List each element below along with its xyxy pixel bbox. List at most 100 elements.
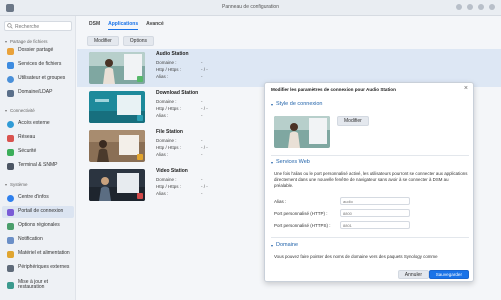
sidebar-item-users-groups[interactable]: Utilisateur et groupes <box>2 73 74 85</box>
dialog-title: Modifier les paramètres de connexion pou… <box>271 87 396 92</box>
sidebar-item-security[interactable]: Sécurité <box>2 146 74 158</box>
sidebar-item-regional-options[interactable]: Options régionales <box>2 220 74 232</box>
shield-icon <box>7 148 14 156</box>
dialog-footer: Annuler Sauvegarder <box>265 268 473 281</box>
audio-station-badge-icon <box>137 76 143 82</box>
http-port-input[interactable] <box>340 209 410 217</box>
chevron-down-icon: ▾ <box>5 108 8 113</box>
chevron-down-icon: ▾ <box>5 39 8 44</box>
users-icon <box>7 75 14 83</box>
domain-row: Domaine :- <box>156 138 203 143</box>
section-connection-style[interactable]: ▾ Style de connexion <box>271 101 323 107</box>
sidebar-item-external-devices[interactable]: Périphériques externes <box>2 262 74 274</box>
sidebar-item-update-restore[interactable]: Mise à jour et restauration <box>2 276 74 294</box>
alias-row: Alias :- <box>156 74 203 79</box>
search-icon <box>7 23 13 29</box>
app-name: Video Station <box>156 168 188 174</box>
http-row: Http / Https :- / - <box>156 145 208 150</box>
domain-row: Domaine :- <box>156 177 203 182</box>
options-button[interactable]: Options <box>122 36 155 46</box>
alias-label: Alias : <box>274 199 287 204</box>
connection-style-thumbnail <box>274 116 330 148</box>
domain-description: Vous pouvez faire pointer des noms de do… <box>274 254 438 259</box>
close-icon[interactable]: × <box>464 85 468 92</box>
minimize-button[interactable] <box>467 4 473 10</box>
maximize-button[interactable] <box>478 4 484 10</box>
sidebar-item-network[interactable]: Réseau <box>2 132 74 144</box>
domain-row: Domaine :- <box>156 60 203 65</box>
update-icon <box>7 281 14 289</box>
domain-icon <box>7 89 14 97</box>
app-name: Download Station <box>156 90 199 96</box>
http-row: Http / Https :- / - <box>156 184 208 189</box>
edit-connection-dialog: Modifier les paramètres de connexion pou… <box>264 82 474 282</box>
network-icon <box>7 134 14 142</box>
sidebar-item-terminal-snmp[interactable]: Terminal & SNMP <box>2 160 74 172</box>
web-services-description: Une fois l'alias ou le port personnalisé… <box>274 171 468 188</box>
divider <box>271 237 469 238</box>
sidebar-item-domain-ldap[interactable]: Domaine/LDAP <box>2 87 74 99</box>
sidebar: ▾ Partage de fichiers Dossier partagé Se… <box>0 16 76 300</box>
window-title: Panneau de configuration <box>222 4 279 10</box>
edit-button[interactable]: Modifier <box>87 36 119 46</box>
sidebar-item-info-center[interactable]: Centre d'infos <box>2 192 74 204</box>
alias-field-row: Alias : <box>274 197 470 206</box>
region-icon <box>7 222 14 230</box>
chevron-down-icon: ▾ <box>271 159 274 165</box>
divider <box>271 155 469 156</box>
https-port-input[interactable] <box>340 221 410 229</box>
sidebar-item-notification[interactable]: Notification <box>2 234 74 246</box>
app-name: File Station <box>156 129 183 135</box>
chevron-down-icon: ▾ <box>271 101 274 107</box>
alias-input[interactable] <box>340 197 410 205</box>
http-port-field-row: Port personnalisé (HTTP) : <box>274 209 470 218</box>
search-box[interactable] <box>4 21 72 31</box>
section-file-sharing[interactable]: ▾ Partage de fichiers <box>5 39 48 44</box>
save-button[interactable]: Sauvegarder <box>428 270 469 279</box>
file-station-badge-icon <box>137 154 143 160</box>
alias-row: Alias :- <box>156 152 203 157</box>
toolbar: Modifier Options <box>87 36 155 46</box>
sidebar-item-file-services[interactable]: Services de fichiers <box>2 59 74 71</box>
video-station-badge-icon <box>137 193 143 199</box>
section-web-services[interactable]: ▾ Services Web <box>271 159 310 165</box>
app-name: Audio Station <box>156 51 189 57</box>
section-connectivity[interactable]: ▾ Connectivité <box>5 108 35 113</box>
tab-advanced[interactable]: Avancé <box>146 21 164 30</box>
power-icon <box>7 250 14 258</box>
help-button[interactable] <box>456 4 462 10</box>
chevron-down-icon: ▾ <box>5 182 8 187</box>
chevron-down-icon: ▾ <box>271 242 274 248</box>
info-icon <box>7 194 14 202</box>
http-row: Http / Https :- / - <box>156 67 208 72</box>
https-port-label: Port personnalisé (HTTPS) : <box>274 223 331 228</box>
tab-dsm[interactable]: DSM <box>89 21 100 30</box>
tab-bar: DSM Applications Avancé <box>89 21 164 30</box>
http-row: Http / Https :- / - <box>156 106 208 111</box>
domain-row: Domaine :- <box>156 99 203 104</box>
notification-icon <box>7 236 14 244</box>
alias-row: Alias :- <box>156 113 203 118</box>
file-services-icon <box>7 61 14 69</box>
folder-icon <box>7 47 14 55</box>
window-controls <box>456 4 495 10</box>
download-station-badge-icon <box>137 115 143 121</box>
control-panel-window: Panneau de configuration ▾ Partage de fi… <box>0 0 501 300</box>
cancel-button[interactable]: Annuler <box>397 270 429 279</box>
modify-style-button[interactable]: Modifier <box>337 116 369 126</box>
alias-row: Alias :- <box>156 191 203 196</box>
https-port-field-row: Port personnalisé (HTTPS) : <box>274 221 470 230</box>
tab-applications[interactable]: Applications <box>108 21 139 30</box>
section-system[interactable]: ▾ Système <box>5 182 28 187</box>
close-button[interactable] <box>489 4 495 10</box>
portal-icon <box>7 208 14 216</box>
http-port-label: Port personnalisé (HTTP) : <box>274 211 328 216</box>
sidebar-item-external-access[interactable]: Accès externe <box>2 118 74 130</box>
sidebar-item-hardware-power[interactable]: Matériel et alimentation <box>2 248 74 260</box>
sidebar-item-login-portal[interactable]: Portail de connexion <box>2 206 74 218</box>
title-bar: Panneau de configuration <box>0 0 501 16</box>
sidebar-item-shared-folder[interactable]: Dossier partagé <box>2 45 74 57</box>
search-input[interactable] <box>15 23 69 30</box>
external-device-icon <box>7 264 14 272</box>
section-domain[interactable]: ▾ Domaine <box>271 242 298 248</box>
